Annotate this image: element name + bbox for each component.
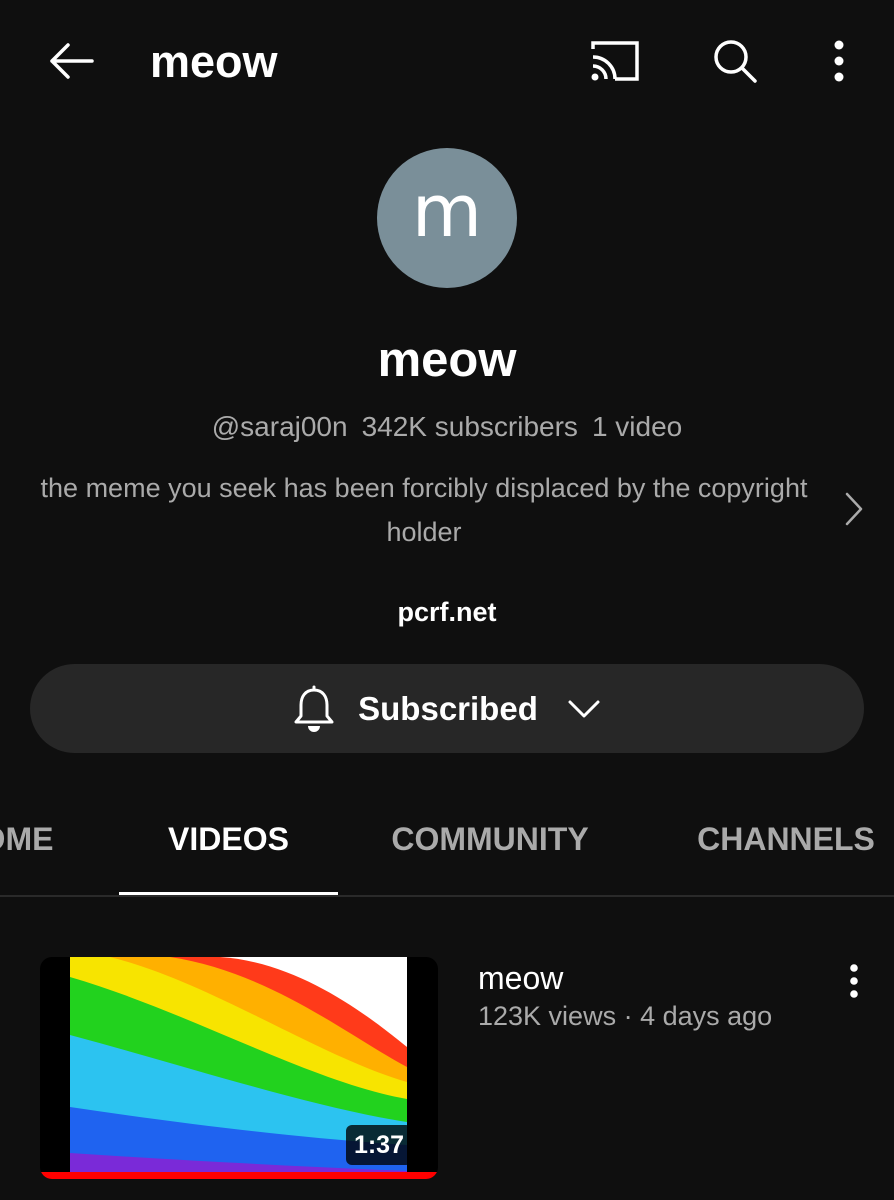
bell-icon [292, 683, 336, 735]
cast-button[interactable] [578, 26, 654, 96]
video-count: 1 video [591, 411, 683, 442]
channel-tabs: OME VIDEOS COMMUNITY CHANNELS [0, 790, 894, 897]
video-meta: 123K views · 4 days ago [478, 1001, 773, 1031]
chevron-right-icon [845, 492, 863, 526]
chevron-down-icon [566, 691, 602, 727]
watch-progress-bar [40, 1172, 438, 1179]
back-arrow-icon [50, 43, 94, 79]
active-tab-indicator [119, 892, 338, 895]
channel-description[interactable]: the meme you seek has been forcibly disp… [40, 466, 808, 554]
channel-handle: @saraj00n [211, 411, 348, 442]
cast-icon [591, 41, 639, 81]
channel-name: meow [377, 333, 517, 387]
channel-meta: @saraj00n 342K subscribers 1 video [0, 405, 894, 449]
video-duration: 1:37 [345, 1125, 412, 1165]
channel-avatar[interactable]: m [377, 148, 517, 288]
tab-community[interactable]: COMMUNITY [372, 790, 608, 895]
search-button[interactable] [700, 26, 770, 96]
tab-home[interactable]: OME [0, 790, 72, 895]
subscribed-label: Subscribed [358, 690, 538, 727]
more-vertical-icon [834, 40, 844, 82]
tab-videos[interactable]: VIDEOS [119, 790, 338, 895]
description-expand-button[interactable] [832, 487, 876, 531]
search-icon [714, 40, 757, 83]
top-app-bar: meow [0, 0, 894, 125]
video-title[interactable]: meow [478, 957, 563, 999]
more-options-button[interactable] [812, 26, 866, 96]
subscriber-count: 342K subscribers [361, 411, 578, 442]
video-more-button[interactable] [834, 958, 874, 1004]
back-button[interactable] [36, 26, 106, 96]
avatar-letter: m [411, 169, 483, 253]
video-list-item[interactable]: 1:37 meow 123K views · 4 days ago [0, 930, 894, 1200]
subscribed-button[interactable]: Subscribed [30, 664, 864, 753]
video-thumbnail[interactable]: 1:37 [40, 957, 438, 1179]
channel-link[interactable]: pcrf.net [0, 592, 894, 632]
channel-title: meow [150, 36, 278, 87]
tab-channels[interactable]: CHANNELS [683, 790, 889, 895]
more-vertical-icon [850, 964, 858, 998]
